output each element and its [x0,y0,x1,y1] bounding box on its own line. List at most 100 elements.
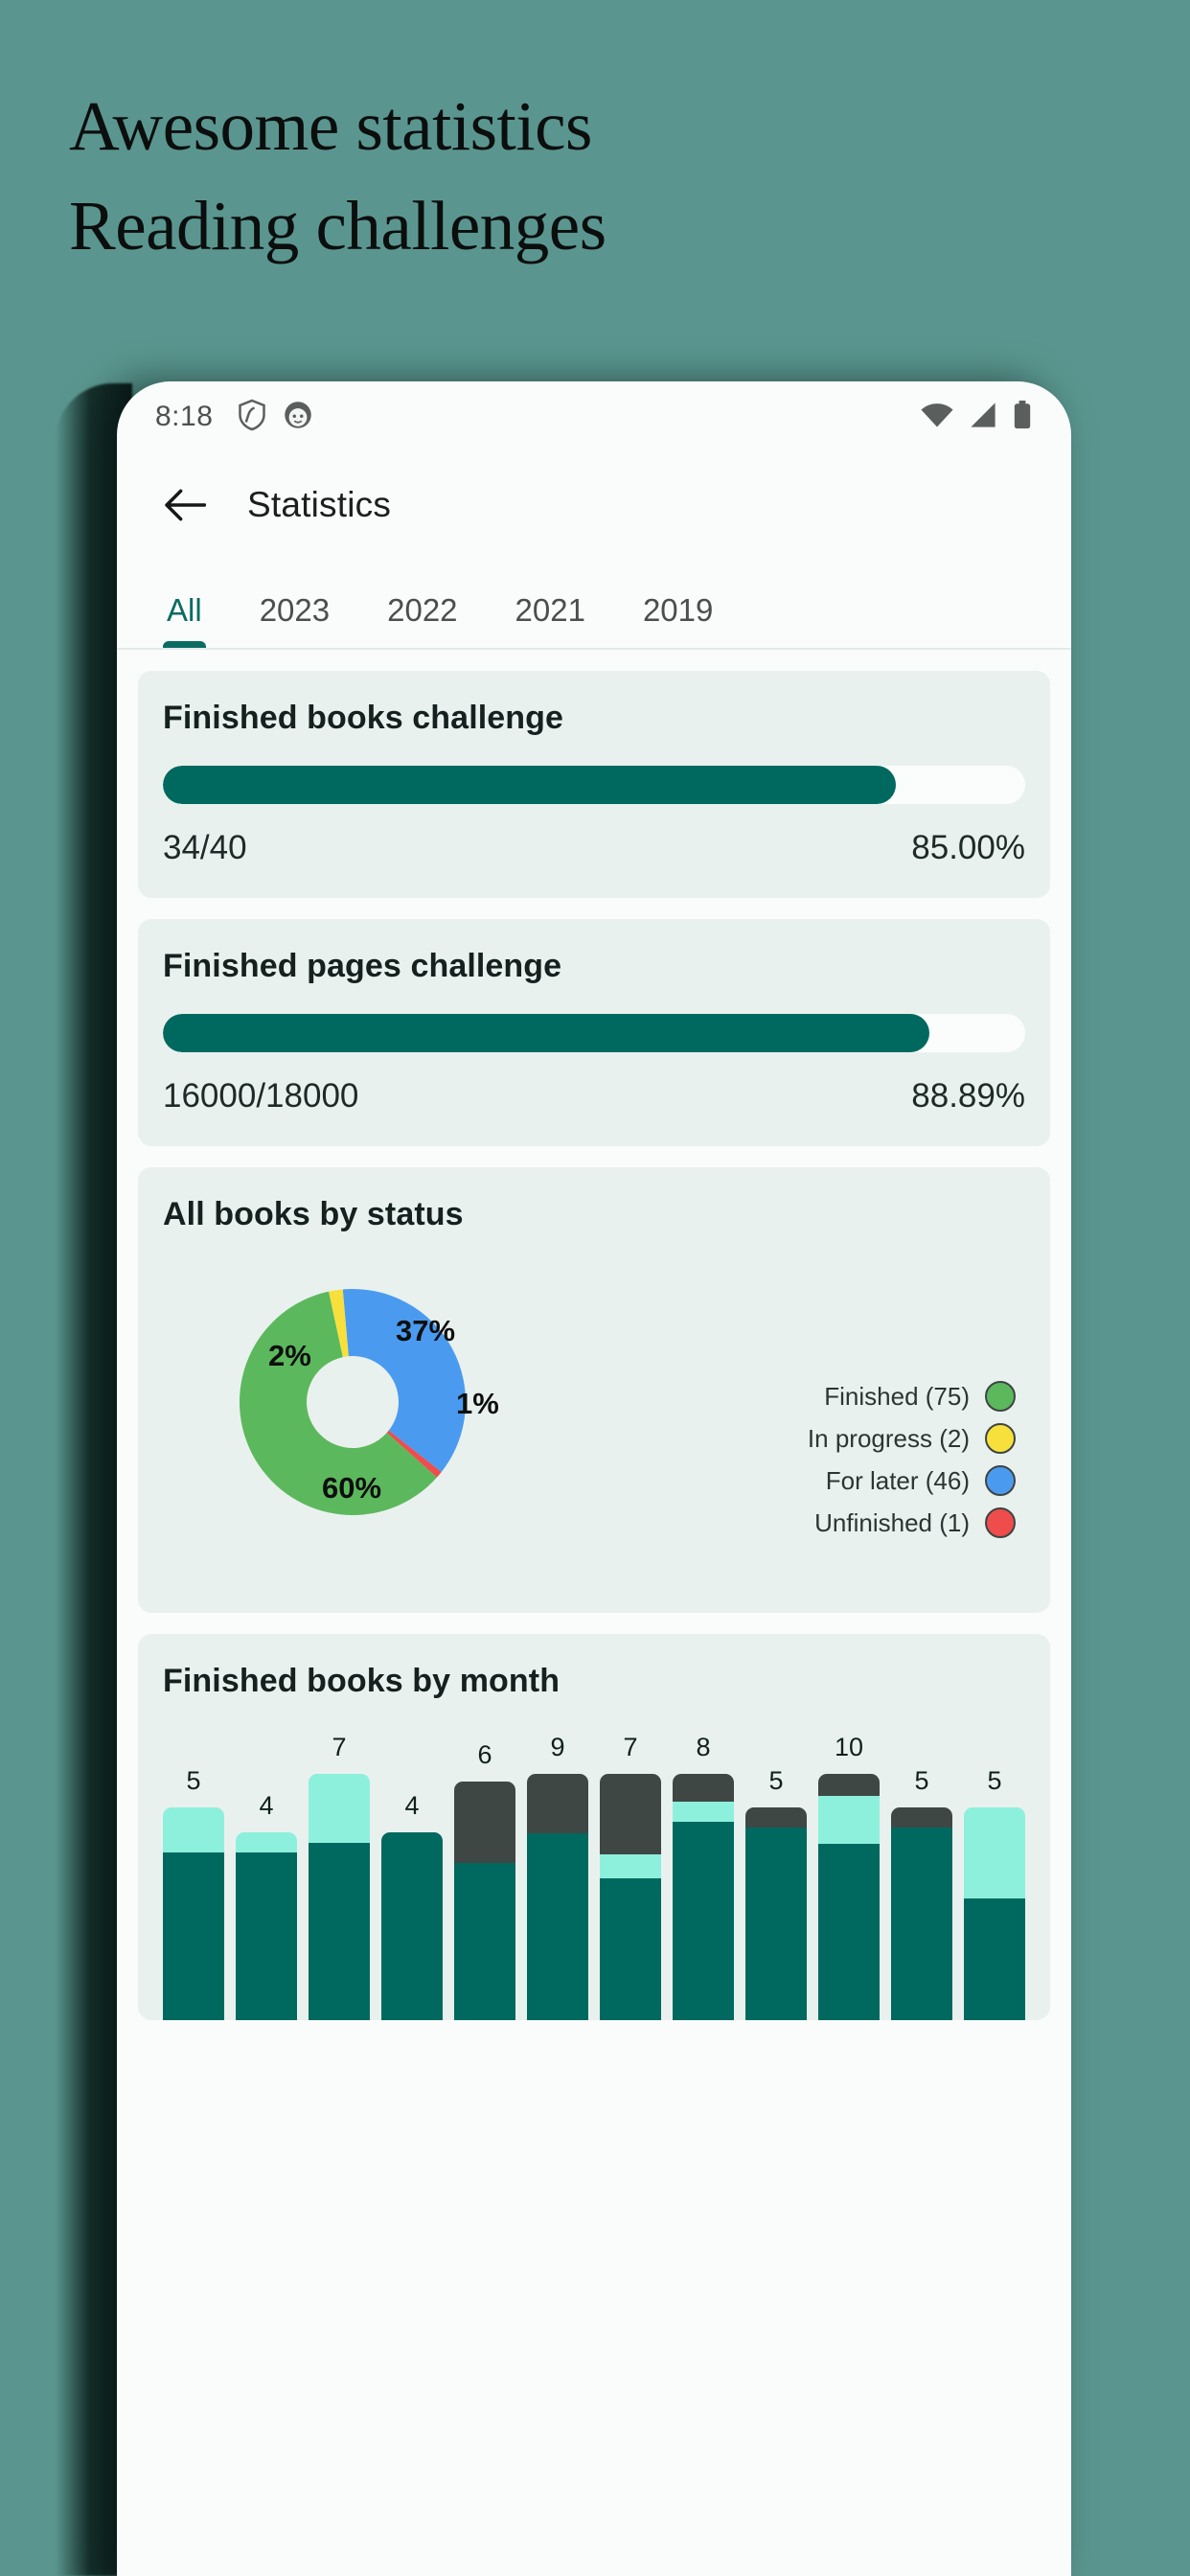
bar-column: 5 [163,1733,224,2020]
bar-stack [163,1806,224,2020]
bar-column: 7 [600,1733,661,2020]
promo-headline: Awesome statistics Reading challenges [0,0,1190,275]
bar-segment-light [236,1832,297,1853]
card-title: Finished books by month [163,1663,561,1699]
statistics-scroll-area[interactable]: Finished books challenge 34/40 85.00% Fi… [117,671,1071,2020]
status-bar-notification-icons [238,399,312,436]
legend-item-unfinished: Unfinished (1) [814,1507,1016,1538]
legend-color-swatch [985,1381,1016,1412]
all-books-by-status-card: All books by status 60% 2% 37% 1% Finish… [138,1167,1050,1613]
progress-percent: 88.89% [911,1077,1025,1115]
wifi-icon [920,402,954,433]
bar-segment-dark [818,1774,880,1797]
legend-item-finished: Finished (75) [824,1381,1016,1412]
bar-stack [891,1806,952,2020]
status-bar: 8:18 [117,381,1071,452]
status-bar-time: 8:18 [155,401,214,432]
legend-item-in-progress: In progress (2) [808,1423,1016,1454]
pie-chart-area: 60% 2% 37% 1% Finished (75) In progress … [163,1258,1025,1575]
finished-books-by-month-card: Finished books by month 5 4 7 4 6 9 7 8 5 10 5 5 [138,1634,1050,2020]
legend-label: For later (46) [825,1465,970,1495]
progress-values-row: 34/40 85.00% [163,829,1025,867]
progress-ratio: 34/40 [163,829,247,866]
bar-segment-teal [964,1898,1025,2020]
tab-all[interactable]: All [138,592,231,650]
bar-column: 4 [236,1733,297,2020]
bar-value-label: 5 [186,1765,201,1795]
bar-value-label: 8 [696,1733,711,1761]
bar-value-label: 4 [259,1791,274,1820]
tab-2021[interactable]: 2021 [487,592,614,650]
bar-chart: 5 4 7 4 6 9 7 8 5 10 5 5 [163,1733,1025,2020]
progress-ratio: 16000/18000 [163,1077,359,1115]
bar-segment-teal [236,1852,297,2020]
bar-segment-light [163,1806,224,1853]
legend-item-for-later: For later (46) [826,1465,1016,1496]
bar-value-label: 5 [768,1765,784,1795]
progress-bar-fill [163,766,896,804]
bar-segment-teal [745,1827,807,2020]
legend-color-swatch [985,1465,1016,1496]
bar-segment-teal [673,1821,734,2020]
bar-column: 9 [527,1733,588,2020]
tab-2019[interactable]: 2019 [614,592,742,650]
finished-books-challenge-card: Finished books challenge 34/40 85.00% [138,671,1050,898]
bar-column: 4 [381,1733,443,2020]
page-title: Statistics [247,485,392,524]
pie-slice-label-in-progress: 2% [268,1339,311,1372]
progress-bar-track [163,766,1025,804]
pie-slice-label-finished: 60% [322,1471,382,1505]
tab-list: All 2023 2022 2021 2019 [117,558,1071,650]
back-button[interactable] [149,470,220,540]
bar-stack [454,1782,515,2020]
bar-column: 5 [964,1733,1025,2020]
bar-stack [673,1774,734,2020]
progress-bar-track [163,1014,1025,1052]
bar-stack [600,1774,661,2020]
bar-stack [236,1832,297,2020]
bar-segment-teal [600,1877,661,2020]
card-title: All books by status [163,1196,464,1232]
tab-2022[interactable]: 2022 [358,592,486,650]
bar-column: 5 [891,1733,952,2020]
bar-stack [381,1832,443,2020]
pie-slice-label-unfinished: 1% [456,1387,499,1420]
bar-stack [964,1806,1025,2020]
legend-color-swatch [985,1507,1016,1538]
promo-line-1: Awesome statistics [69,87,592,165]
card-title: Finished pages challenge [163,948,562,984]
bar-segment-light [673,1802,734,1822]
cellular-signal-icon [968,402,998,433]
tab-2023[interactable]: 2023 [231,592,358,650]
bar-segment-teal [309,1842,370,2020]
bar-segment-light [309,1774,370,1843]
bar-segment-light [964,1806,1025,1898]
bar-column: 6 [454,1733,515,2020]
bar-segment-light [600,1854,661,1878]
bar-segment-dark [527,1774,588,1834]
bar-segment-teal [818,1843,880,2020]
legend-label: Unfinished (1) [814,1507,970,1537]
finished-pages-challenge-card: Finished pages challenge 16000/18000 88.… [138,919,1050,1146]
progress-bar-fill [163,1014,929,1052]
face-icon [284,401,312,434]
status-bar-system-icons [920,400,1033,434]
bar-value-label: 5 [987,1765,1002,1795]
bar-value-label: 10 [834,1733,864,1761]
tab-bar: All 2023 2022 2021 2019 [117,558,1071,650]
bar-column: 10 [818,1733,880,2020]
bar-segment-dark [745,1806,807,1828]
bar-value-label: 4 [404,1791,420,1820]
bar-segment-dark [454,1782,515,1863]
promo-line-2: Reading challenges [69,186,606,264]
bar-segment-dark [891,1806,952,1828]
legend-label: Finished (75) [824,1381,970,1411]
bar-column: 7 [309,1733,370,2020]
bar-segment-teal [891,1827,952,2020]
phone-frame: 8:18 Statistics All 2023 2022 2021 2019 … [117,381,1071,2576]
bar-column: 8 [673,1733,734,2020]
back-arrow-icon [165,489,206,521]
bar-segment-teal [527,1833,588,2020]
bar-value-label: 9 [550,1733,565,1761]
bar-segment-dark [600,1774,661,1855]
